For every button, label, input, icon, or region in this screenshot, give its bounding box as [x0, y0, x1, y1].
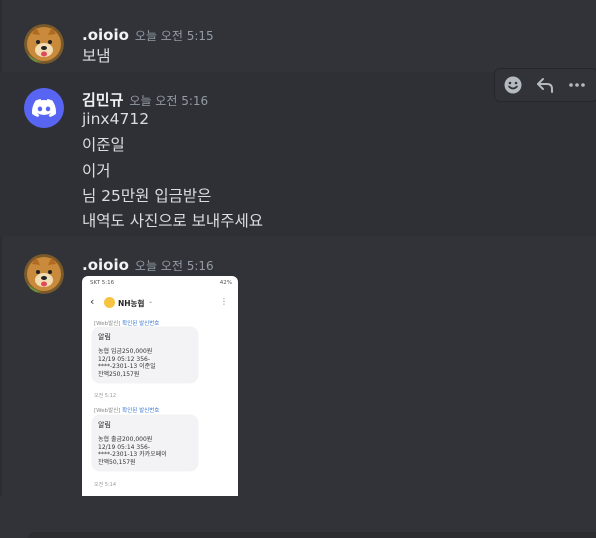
username[interactable]: .oioio [82, 26, 129, 44]
message-text: 내역도 사진으로 보내주세요 [82, 212, 263, 230]
avatar-oioio[interactable] [24, 254, 64, 294]
timestamp[interactable]: 오늘 오전 5:16 [129, 94, 208, 108]
message-input-edge[interactable] [28, 532, 596, 538]
username[interactable]: 김민규 [82, 91, 123, 109]
message-text: 보냄 [82, 47, 111, 65]
message-text: 이준일 [82, 136, 125, 154]
sms-tag: [Web발신] 확인된 발신번호 [94, 406, 159, 414]
sender-avatar-icon [104, 297, 115, 308]
sms-line: 12/19 05:14 356- [98, 443, 151, 451]
sms-bubble: 알림 농협 입금250,000원 12/19 05:12 356- ****-2… [92, 327, 198, 383]
phone-app-bar: ‹ NH농협 ⌄ ⋮ [82, 294, 238, 312]
sms-time: 오전 5:12 [94, 393, 117, 399]
sms-line: ****-2301-13 이준일 [98, 363, 156, 370]
sms-line: ****-2301-13 카카오페이 [98, 451, 167, 458]
sms-tag-prefix: [Web발신] [94, 408, 121, 414]
reply-icon [537, 78, 553, 93]
sms-title: 알림 [98, 421, 111, 429]
sms-body: 농협 입금250,000원 12/19 05:12 356- ****-2301… [98, 348, 192, 378]
reply-button[interactable] [530, 71, 560, 99]
sms-bubble: 알림 농협 출금200,000원 12/19 05:14 356- ****-2… [92, 415, 198, 471]
avatar-discord-default[interactable] [24, 88, 64, 128]
sms-tag: [Web발신] 확인된 발신번호 [94, 319, 159, 327]
sms-line: 농협 입금250,000원 [98, 348, 153, 355]
message-text: 이거 [82, 162, 111, 180]
chevron-down-icon: ⌄ [148, 298, 154, 305]
more-icon [569, 83, 585, 87]
sms-line: 잔액250,157원 [98, 370, 140, 378]
add-reaction-button[interactable] [498, 71, 528, 99]
sms-tag-link: 확인된 발신번호 [122, 408, 160, 414]
timestamp[interactable]: 오늘 오전 5:15 [135, 29, 214, 43]
sms-line: 12/19 05:12 356- [98, 355, 151, 363]
avatar-oioio[interactable] [24, 24, 64, 64]
phone-status-bar: SKT 5:16 [90, 280, 115, 286]
sms-line: 농협 출금200,000원 [98, 436, 153, 443]
sms-line: 잔액50,157원 [98, 458, 136, 466]
message-text: 님 25만원 입금받은 [82, 187, 212, 205]
message-header: .oioio 오늘 오전 5:16 [82, 255, 214, 274]
add-reaction-icon [504, 76, 522, 94]
timestamp[interactable]: 오늘 오전 5:16 [135, 259, 214, 273]
message-header: 김민규 오늘 오전 5:16 [82, 89, 208, 110]
kebab-menu-icon: ⋮ [220, 297, 228, 306]
battery-level: 42% [219, 280, 232, 286]
back-arrow-icon: ‹ [90, 295, 95, 308]
message-header: .oioio 오늘 오전 5:15 [82, 25, 214, 44]
message-text: jinx4712 [82, 110, 150, 128]
message-1: .oioio 오늘 오전 5:15 보냄 [0, 14, 596, 74]
username[interactable]: .oioio [82, 256, 129, 274]
discord-logo-icon [32, 99, 56, 117]
sms-title: 알림 [98, 333, 111, 341]
more-button[interactable] [562, 71, 592, 99]
sms-time: 오전 5:14 [94, 482, 117, 488]
sms-body: 농협 출금200,000원 12/19 05:14 356- ****-2301… [98, 436, 192, 466]
sms-sender: NH농협 [118, 299, 145, 308]
message-action-toolbar [494, 68, 596, 102]
chat-bottom-area [0, 496, 596, 538]
